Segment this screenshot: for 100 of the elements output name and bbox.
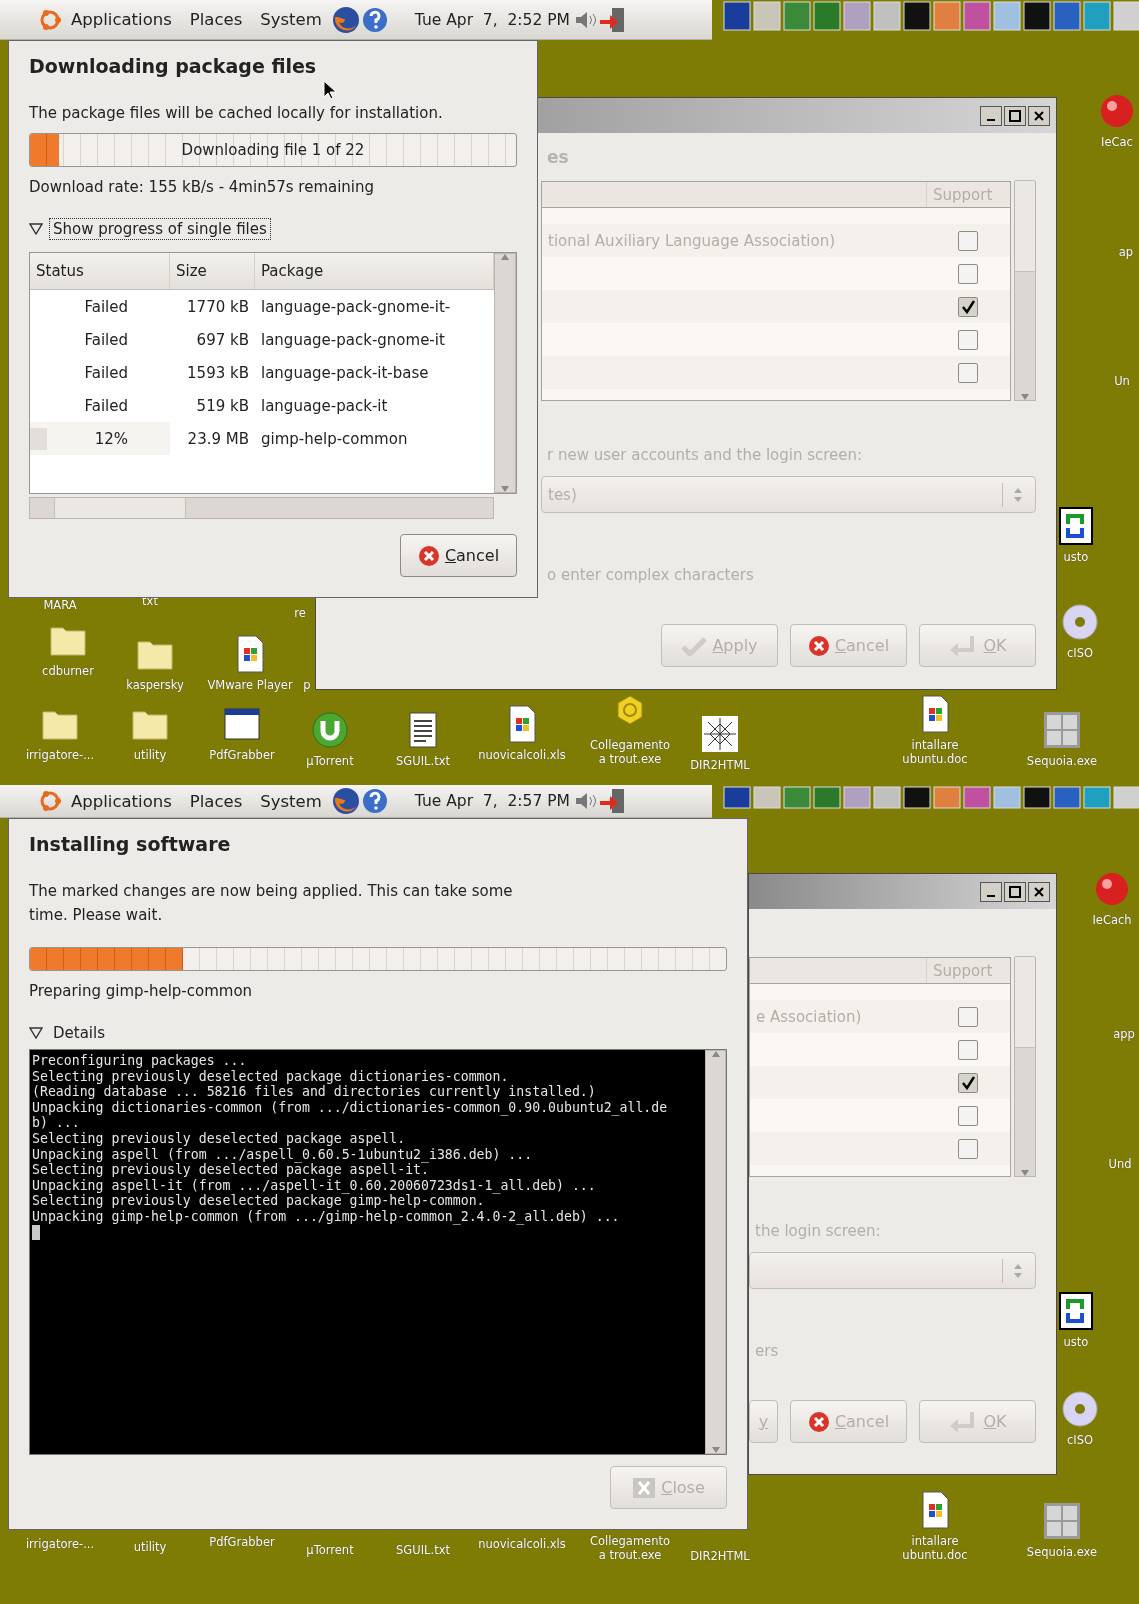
desktop-icon-label[interactable]: intallare ubuntu.doc	[895, 1534, 975, 1562]
checkbox[interactable]	[958, 1006, 978, 1027]
close-icon	[632, 1476, 657, 1499]
menu-item[interactable]: Applications	[62, 791, 181, 811]
globe-icon[interactable]	[330, 4, 361, 35]
desktop-icon-label[interactable]: Collegamento a trout.exe	[585, 738, 675, 766]
checkbox[interactable]	[958, 296, 978, 317]
clock[interactable]: Tue Apr 7, 2:52 PM	[414, 10, 570, 29]
column-header[interactable]: Size	[170, 253, 255, 289]
checkbox[interactable]	[958, 263, 978, 284]
vertical-scrollbar[interactable]	[705, 1050, 726, 1454]
desktop-icon-label[interactable]: DIR2HTML	[690, 1549, 750, 1563]
help-icon[interactable]	[360, 5, 389, 34]
desktop-icon-label[interactable]: nuovicalcoli.xls	[478, 748, 566, 762]
maximize-button[interactable]	[1004, 881, 1026, 902]
up-arrow-icon[interactable]	[501, 254, 509, 260]
desktop-icon-label[interactable]: Und	[1108, 1157, 1132, 1171]
horizontal-scrollbar[interactable]	[29, 497, 494, 519]
menu-item[interactable]: Places	[180, 10, 252, 29]
hint-text: ers	[754, 1342, 780, 1362]
maximize-button[interactable]	[1004, 105, 1026, 126]
expander-arrow-icon[interactable]	[29, 223, 43, 235]
speaker-icon[interactable]	[573, 791, 598, 811]
status-cell-text: 12%	[94, 429, 129, 448]
desktop-icon-label[interactable]: Collegamento a trout.exe	[585, 1534, 675, 1562]
menu-item[interactable]: System	[251, 10, 331, 29]
vertical-scrollbar[interactable]	[494, 253, 516, 493]
dialog-title: Downloading package files	[29, 54, 318, 78]
close-button[interactable]	[1028, 105, 1050, 126]
desktop-icon-label[interactable]: cISO	[1066, 1433, 1094, 1447]
down-arrow-icon[interactable]	[1021, 1170, 1029, 1176]
logo-icon	[1056, 506, 1096, 546]
desktop-icon-label[interactable]: µTorrent	[306, 754, 354, 768]
column-header[interactable]: Status	[30, 253, 170, 289]
desktop-icon-label[interactable]: Sequoia.exe	[1026, 1545, 1098, 1559]
expander-label[interactable]: Show progress of single files	[49, 218, 271, 240]
desktop-icon-label[interactable]: Sequoia.exe	[1026, 754, 1098, 768]
desktop-icon-label[interactable]: SGUIL.txt	[396, 1543, 450, 1557]
menu-item[interactable]: System	[251, 791, 331, 811]
vertical-scrollbar[interactable]	[1014, 957, 1036, 1177]
desktop-icon-label[interactable]: app	[1113, 1027, 1135, 1041]
dialog-description: The marked changes are now being applied. This can take some time. Please wait.	[29, 881, 514, 926]
minimize-button[interactable]	[980, 105, 1002, 126]
globe-icon[interactable]	[330, 786, 361, 816]
desktop-icon-label[interactable]: IeCac	[1101, 135, 1133, 149]
down-arrow-icon[interactable]	[711, 1447, 720, 1453]
desktop-icon-label[interactable]: usto	[1063, 1335, 1089, 1349]
desktop-icon-label[interactable]: cISO	[1066, 646, 1094, 660]
desktop-icon-label[interactable]: cdburner	[42, 664, 94, 678]
size-cell-text: 519 kB	[195, 396, 250, 415]
checkbox[interactable]	[958, 1039, 978, 1060]
minimize-button[interactable]	[980, 881, 1002, 902]
menu-item[interactable]: Places	[180, 791, 252, 811]
desktop-icon-label[interactable]: p	[303, 678, 311, 692]
desktop-icon-label[interactable]: ap	[1118, 245, 1134, 259]
desktop-icon-label[interactable]: utility	[133, 1540, 167, 1554]
grid-icon	[1042, 1501, 1082, 1541]
menu-item[interactable]: Applications	[62, 10, 181, 29]
help-icon[interactable]	[360, 787, 389, 815]
desktop-icon-label[interactable]: utility	[133, 748, 167, 762]
close-button[interactable]	[1028, 881, 1050, 902]
checkbox[interactable]	[958, 362, 978, 383]
checkbox[interactable]	[958, 230, 978, 251]
desktop-icon-label[interactable]: re	[294, 606, 306, 620]
desktop-icon-label[interactable]: Un	[1114, 374, 1130, 388]
speaker-icon[interactable]	[573, 9, 598, 30]
size-cell-text: 1593 kB	[186, 363, 250, 382]
desktop-icon-label[interactable]: PdfGrabber	[209, 1535, 275, 1549]
up-arrow-icon[interactable]	[711, 1051, 720, 1057]
desktop-icon-label[interactable]: irrigatore-...	[25, 1537, 95, 1551]
desktop-icon-label[interactable]: nuovicalcoli.xls	[478, 1537, 566, 1551]
dialog-button[interactable]: Cancel	[400, 534, 517, 577]
down-arrow-icon[interactable]	[501, 486, 509, 492]
hint-text: o enter complex characters	[546, 566, 755, 586]
desktop-icon-label[interactable]: DIR2HTML	[690, 758, 750, 772]
desktop-icon-label[interactable]: VMware Player	[207, 678, 293, 692]
close-icon	[1034, 886, 1044, 897]
language-name: tional Auxiliary Language Association)	[548, 231, 836, 250]
checkbox[interactable]	[958, 329, 978, 350]
checkbox[interactable]	[958, 1072, 978, 1093]
desktop-icon-label[interactable]: kaspersky	[126, 678, 184, 692]
ubuntu-logo-icon[interactable]	[38, 7, 62, 32]
checkbox[interactable]	[958, 1105, 978, 1126]
desktop-icon-label[interactable]: SGUIL.txt	[396, 754, 450, 768]
expander-label[interactable]: Details	[49, 1022, 109, 1044]
desktop-icon-label[interactable]: usto	[1063, 550, 1089, 564]
language-dropdown[interactable]	[749, 1252, 1036, 1289]
down-arrow-icon[interactable]	[1021, 394, 1029, 400]
ubuntu-logo-icon[interactable]	[38, 789, 62, 813]
checkbox[interactable]	[958, 1138, 978, 1159]
desktop-icon-label[interactable]: irrigatore-...	[25, 748, 95, 762]
section-heading: es	[547, 147, 569, 167]
expander-arrow-icon[interactable]	[29, 1027, 43, 1039]
desktop-icon-label[interactable]: intallare ubuntu.doc	[895, 738, 975, 766]
desktop-icon-label[interactable]: µTorrent	[306, 1543, 354, 1557]
clock[interactable]: Tue Apr 7, 2:57 PM	[414, 792, 570, 810]
desktop-icon-label[interactable]: IeCach	[1092, 913, 1132, 927]
desktop-icon-label[interactable]: MARA	[43, 598, 77, 612]
vertical-scrollbar[interactable]	[1014, 181, 1036, 401]
desktop-icon-label[interactable]: PdfGrabber	[209, 748, 275, 762]
